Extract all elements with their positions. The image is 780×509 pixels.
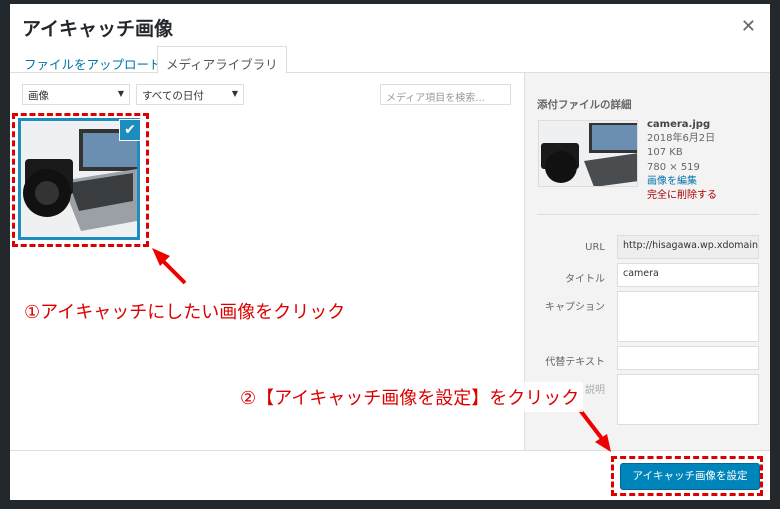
annotation-step1: ①アイキャッチにしたい画像をクリック xyxy=(24,302,346,323)
annotation-step2: ②【アイキャッチ画像を設定】をクリック xyxy=(236,382,584,412)
annotation-arrows xyxy=(152,248,611,452)
arrow-2-head xyxy=(595,434,611,452)
arrow-2 xyxy=(578,408,605,442)
